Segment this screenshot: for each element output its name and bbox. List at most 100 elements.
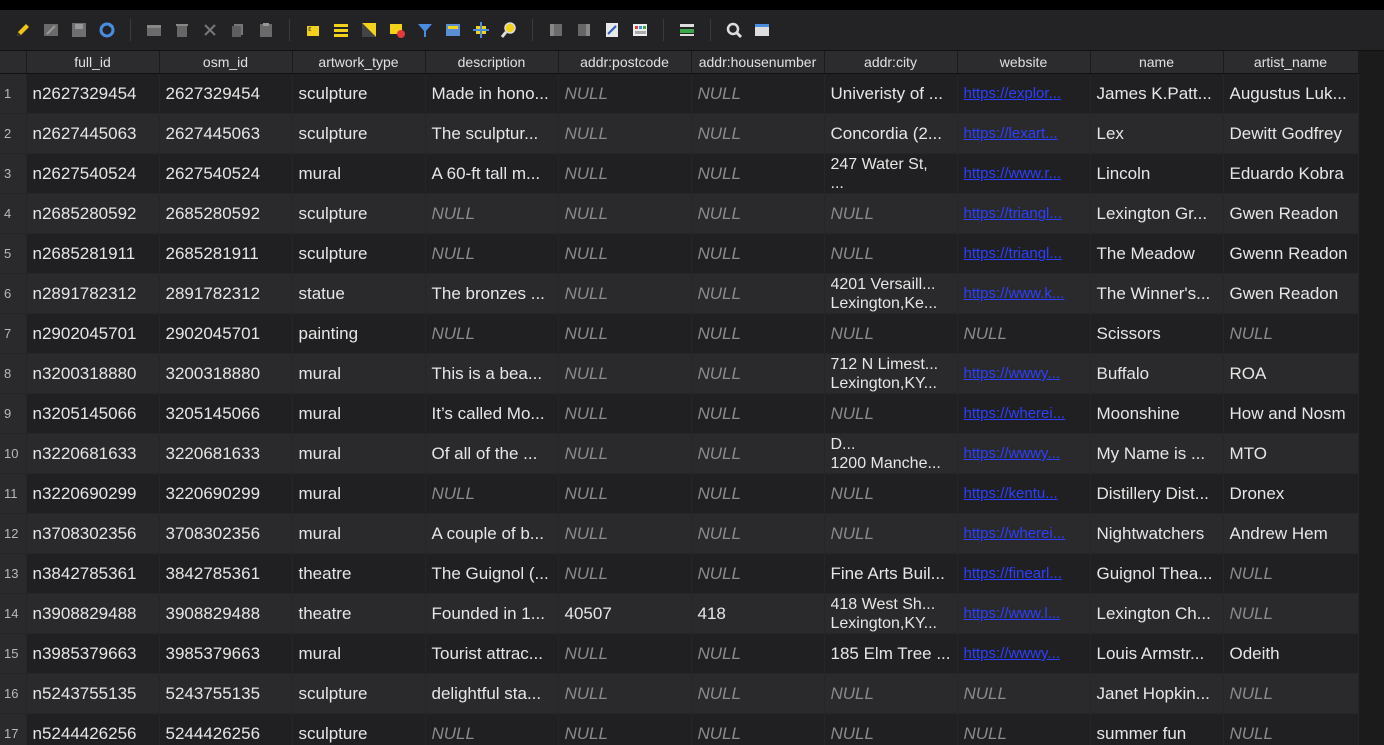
dock-icon[interactable] xyxy=(676,19,698,41)
cell-full_id[interactable]: n3908829488 xyxy=(26,593,160,634)
cell-artist[interactable]: Dewitt Godfrey xyxy=(1223,113,1359,154)
cell-housenumber[interactable]: NULL xyxy=(691,233,825,274)
cell-name[interactable]: Scissors xyxy=(1090,313,1224,354)
cell-city[interactable]: 712 N Limest... Lexington,KY... xyxy=(824,353,958,394)
new-field-icon[interactable] xyxy=(545,19,567,41)
paste-icon[interactable] xyxy=(255,19,277,41)
row-number[interactable]: 10 xyxy=(0,433,27,474)
table-row[interactable]: 7 n2902045701 2902045701 painting NULL NULL NU… xyxy=(0,313,1359,354)
table-row[interactable]: 11 n3220690299 3220690299 mural NULL NULL NULL… xyxy=(0,473,1359,514)
cell-postcode[interactable]: NULL xyxy=(558,713,692,745)
column-header[interactable]: addr:housenumber xyxy=(691,51,825,74)
cell-artist[interactable]: Andrew Hem xyxy=(1223,513,1359,554)
row-number[interactable]: 8 xyxy=(0,353,27,394)
cell-website[interactable]: https://www.k... xyxy=(957,273,1091,314)
cell-name[interactable]: summer fun xyxy=(1090,713,1224,745)
cell-full_id[interactable]: n2685280592 xyxy=(26,193,160,234)
cell-city[interactable]: Univeristy of ... xyxy=(824,73,958,114)
cell-full_id[interactable]: n3708302356 xyxy=(26,513,160,554)
cell-housenumber[interactable]: NULL xyxy=(691,473,825,514)
invert-selection-icon[interactable] xyxy=(358,19,380,41)
cell-artist[interactable]: NULL xyxy=(1223,553,1359,594)
cell-website[interactable]: https://wwwy... xyxy=(957,353,1091,394)
cell-name[interactable]: Lexington Gr... xyxy=(1090,193,1224,234)
cell-postcode[interactable]: NULL xyxy=(558,113,692,154)
cell-name[interactable]: Lexington Ch... xyxy=(1090,593,1224,634)
cell-website[interactable]: NULL xyxy=(957,713,1091,745)
cell-artwork_type[interactable]: sculpture xyxy=(292,673,426,714)
row-number[interactable]: 6 xyxy=(0,273,27,314)
cell-postcode[interactable]: NULL xyxy=(558,313,692,354)
cell-housenumber[interactable]: NULL xyxy=(691,353,825,394)
cell-name[interactable]: Guignol Thea... xyxy=(1090,553,1224,594)
cell-artwork_type[interactable]: sculpture xyxy=(292,113,426,154)
cell-artist[interactable]: ROA xyxy=(1223,353,1359,394)
cell-artist[interactable]: Augustus Luk... xyxy=(1223,73,1359,114)
cell-artwork_type[interactable]: sculpture xyxy=(292,73,426,114)
cell-name[interactable]: James K.Patt... xyxy=(1090,73,1224,114)
cell-artist[interactable]: Odeith xyxy=(1223,633,1359,674)
row-number[interactable]: 12 xyxy=(0,513,27,554)
cell-osm_id[interactable]: 3708302356 xyxy=(159,513,293,554)
cell-artist[interactable]: NULL xyxy=(1223,313,1359,354)
table-row[interactable]: 10 n3220681633 3220681633 mural Of all of th… xyxy=(0,433,1359,474)
cell-postcode[interactable]: NULL xyxy=(558,353,692,394)
cell-full_id[interactable]: n3842785361 xyxy=(26,553,160,594)
cell-osm_id[interactable]: 2685280592 xyxy=(159,193,293,234)
cell-postcode[interactable]: NULL xyxy=(558,153,692,194)
cell-description[interactable]: A couple of b... xyxy=(425,513,559,554)
cell-description[interactable]: NULL xyxy=(425,713,559,745)
table-row[interactable]: 5 n2685281911 2685281911 sculpture NULL NULL N… xyxy=(0,233,1359,274)
cell-osm_id[interactable]: 2902045701 xyxy=(159,313,293,354)
row-number[interactable]: 5 xyxy=(0,233,27,274)
cell-city[interactable]: NULL xyxy=(824,233,958,274)
corner-cell[interactable] xyxy=(0,51,27,74)
cell-housenumber[interactable]: NULL xyxy=(691,713,825,745)
cell-artist[interactable]: Dronex xyxy=(1223,473,1359,514)
move-selection-top-icon[interactable] xyxy=(442,19,464,41)
cell-full_id[interactable]: n3205145066 xyxy=(26,393,160,434)
cell-description[interactable]: The bronzes ... xyxy=(425,273,559,314)
row-number[interactable]: 17 xyxy=(0,713,27,745)
cell-artist[interactable]: NULL xyxy=(1223,593,1359,634)
cell-artwork_type[interactable]: sculpture xyxy=(292,233,426,274)
cell-postcode[interactable]: NULL xyxy=(558,273,692,314)
cell-city[interactable]: 418 West Sh... Lexington,KY... xyxy=(824,593,958,634)
cell-housenumber[interactable]: NULL xyxy=(691,113,825,154)
cell-full_id[interactable]: n2627445063 xyxy=(26,113,160,154)
cell-description[interactable]: delightful sta... xyxy=(425,673,559,714)
cell-osm_id[interactable]: 5244426256 xyxy=(159,713,293,745)
cell-artist[interactable]: MTO xyxy=(1223,433,1359,474)
column-header[interactable]: artwork_type xyxy=(292,51,426,74)
copy-icon[interactable] xyxy=(227,19,249,41)
table-row[interactable]: 12 n3708302356 3708302356 mural A couple of … xyxy=(0,513,1359,554)
cell-osm_id[interactable]: 3200318880 xyxy=(159,353,293,394)
table-row[interactable]: 9 n3205145066 3205145066 mural It’s called M… xyxy=(0,393,1359,434)
table-row[interactable]: 3 n2627540524 2627540524 mural A 60-ft tall … xyxy=(0,153,1359,194)
cell-website[interactable]: https://explor... xyxy=(957,73,1091,114)
cell-postcode[interactable]: NULL xyxy=(558,673,692,714)
table-row[interactable]: 1 n2627329454 2627329454 sculpture Made in h… xyxy=(0,73,1359,114)
cell-city[interactable]: D... 1200 Manche... xyxy=(824,433,958,474)
cell-osm_id[interactable]: 3842785361 xyxy=(159,553,293,594)
row-number[interactable]: 4 xyxy=(0,193,27,234)
cell-website[interactable]: https://www.l... xyxy=(957,593,1091,634)
row-number[interactable]: 14 xyxy=(0,593,27,634)
cell-description[interactable]: NULL xyxy=(425,233,559,274)
cell-website[interactable]: NULL xyxy=(957,673,1091,714)
cell-description[interactable]: A 60-ft tall m... xyxy=(425,153,559,194)
add-row-icon[interactable] xyxy=(143,19,165,41)
cell-website[interactable]: https://triangl... xyxy=(957,233,1091,274)
cell-city[interactable]: NULL xyxy=(824,713,958,745)
cell-city[interactable]: NULL xyxy=(824,393,958,434)
cell-artwork_type[interactable]: mural xyxy=(292,393,426,434)
cell-postcode[interactable]: NULL xyxy=(558,633,692,674)
cell-housenumber[interactable]: NULL xyxy=(691,393,825,434)
cell-name[interactable]: Nightwatchers xyxy=(1090,513,1224,554)
cell-postcode[interactable]: NULL xyxy=(558,393,692,434)
cell-website[interactable]: https://triangl... xyxy=(957,193,1091,234)
cell-city[interactable]: NULL xyxy=(824,673,958,714)
table-row[interactable]: 14 n3908829488 3908829488 theatre Founded in… xyxy=(0,593,1359,634)
cell-full_id[interactable]: n5243755135 xyxy=(26,673,160,714)
column-header[interactable]: osm_id xyxy=(159,51,293,74)
